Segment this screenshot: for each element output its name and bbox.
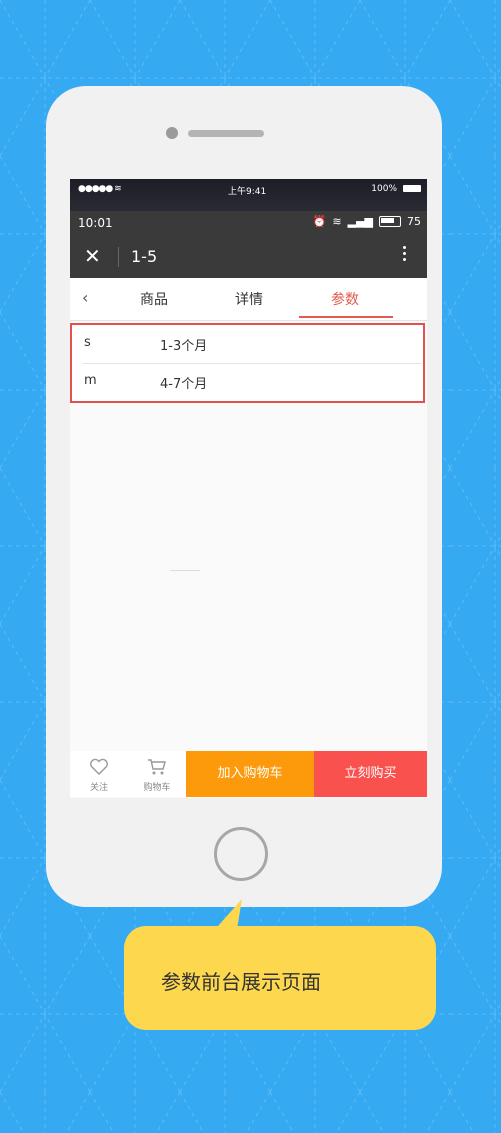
param-key: s bbox=[84, 335, 91, 350]
speaker-bar bbox=[188, 130, 264, 137]
tab-details[interactable]: 详情 bbox=[219, 289, 279, 309]
cart-icon bbox=[148, 759, 166, 775]
android-status-bar: 10:01 ⏰ ≋ ▂▄▆ 75 bbox=[70, 211, 427, 236]
page-title: 1-5 bbox=[131, 247, 158, 266]
battery-icon bbox=[379, 216, 401, 227]
signal-icon: ▂▄▆ bbox=[347, 215, 373, 228]
params-table: s 1-3个月 m 4-7个月 bbox=[70, 323, 425, 403]
loading-divider bbox=[170, 570, 200, 571]
phone-screen: ●●●●● ≋ 上午9:41 100% 10:01 ⏰ ≋ ▂▄▆ 75 ✕ 1… bbox=[70, 179, 427, 798]
tab-params[interactable]: 参数 bbox=[315, 289, 375, 309]
ios-battery-percent: 100% bbox=[371, 184, 397, 194]
bottom-action-bar: 关注 购物车 加入购物车 立刻购买 bbox=[70, 751, 427, 797]
buy-now-button[interactable]: 立刻购买 bbox=[314, 751, 427, 797]
param-value: 1-3个月 bbox=[160, 339, 208, 354]
wifi-icon: ≋ bbox=[332, 215, 342, 228]
heart-icon bbox=[90, 758, 108, 775]
alarm-icon: ⏰ bbox=[312, 215, 327, 228]
more-menu-icon[interactable] bbox=[403, 243, 407, 264]
param-value: 4-7个月 bbox=[160, 377, 208, 392]
carrier-signal: ●●●●● ≋ bbox=[78, 184, 122, 194]
caption-text: 参数前台展示页面 bbox=[161, 970, 321, 994]
param-row: s 1-3个月 bbox=[72, 325, 423, 362]
ios-status-bar: ●●●●● ≋ 上午9:41 100% bbox=[70, 179, 427, 211]
follow-label: 关注 bbox=[89, 783, 108, 793]
ios-clock: 上午9:41 bbox=[228, 187, 267, 197]
status-time: 10:01 bbox=[78, 216, 113, 230]
app-bar-divider bbox=[118, 247, 119, 267]
follow-button[interactable]: 关注 bbox=[70, 751, 128, 797]
param-key: m bbox=[84, 373, 97, 388]
camera-dot bbox=[166, 127, 178, 139]
battery-level: 75 bbox=[407, 215, 421, 228]
cart-button[interactable]: 购物车 bbox=[128, 751, 186, 797]
home-button[interactable] bbox=[214, 827, 268, 881]
app-bar: ✕ 1-5 bbox=[70, 236, 427, 278]
param-row: m 4-7个月 bbox=[72, 363, 423, 400]
back-chevron-icon[interactable]: ‹ bbox=[82, 288, 88, 307]
battery-icon bbox=[403, 185, 421, 192]
tab-bar: ‹ 商品 详情 参数 bbox=[70, 278, 427, 321]
caption-bubble: 参数前台展示页面 bbox=[124, 926, 436, 1030]
close-icon[interactable]: ✕ bbox=[84, 245, 101, 267]
tab-goods[interactable]: 商品 bbox=[124, 289, 184, 309]
cart-label: 购物车 bbox=[143, 783, 171, 793]
add-to-cart-button[interactable]: 加入购物车 bbox=[186, 751, 314, 797]
active-tab-underline bbox=[299, 316, 393, 318]
